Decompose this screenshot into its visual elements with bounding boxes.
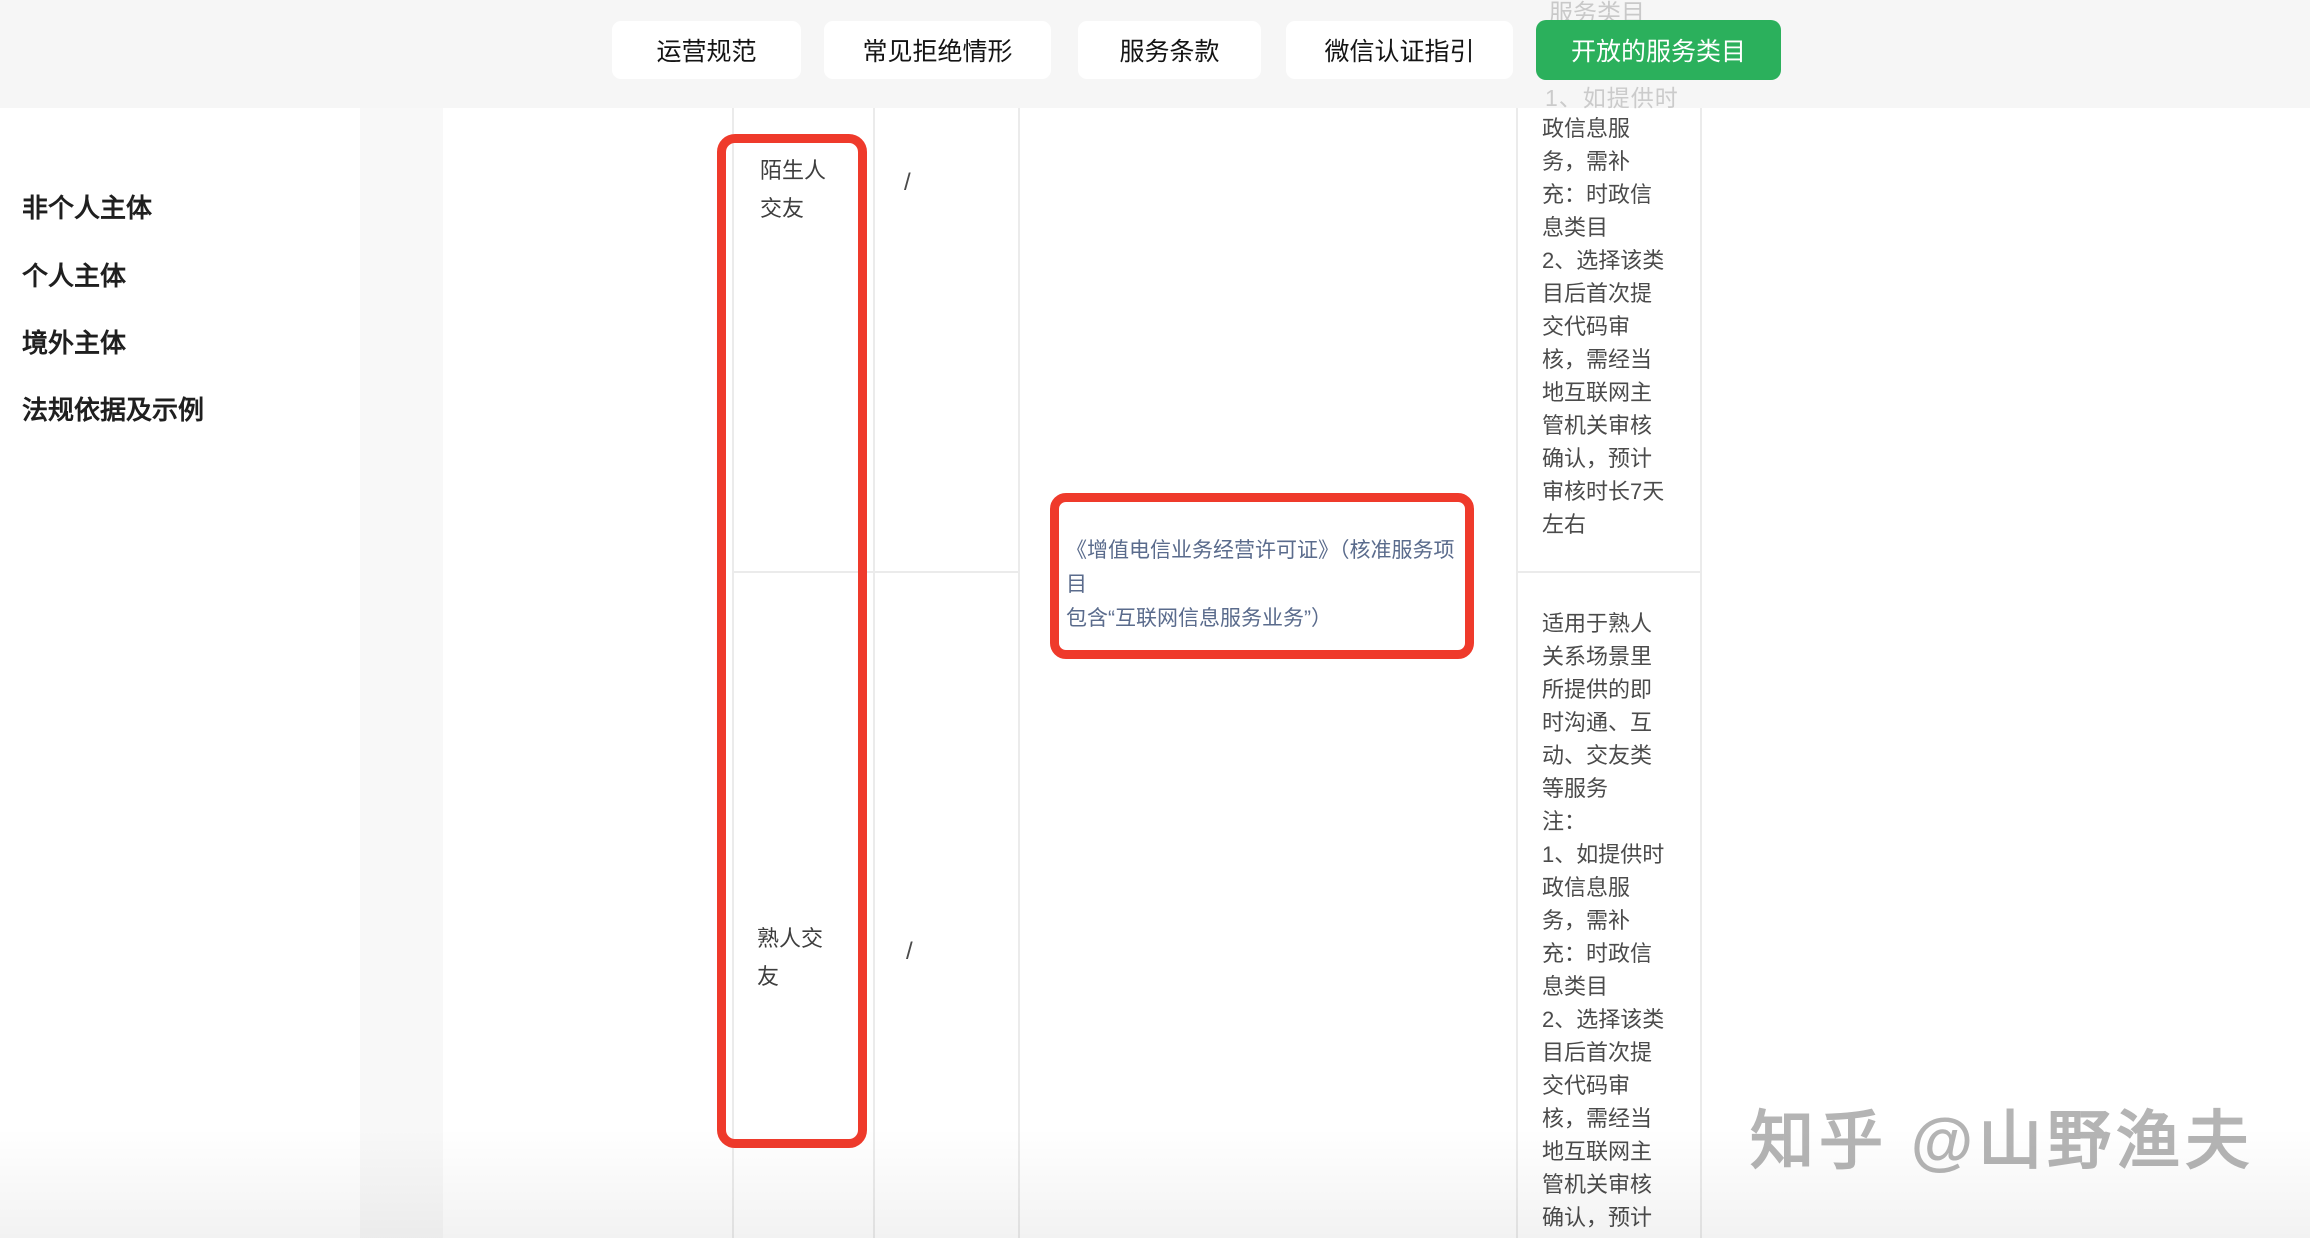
table-border-vertical [1018, 108, 1020, 1238]
watermark: 知乎 @山野渔夫 [1750, 1090, 2254, 1182]
cell-info-row2: 适用于熟人 关系场景里 所提供的即 时沟通、互 动、交友类 等服务 注： 1、如… [1542, 607, 1712, 1234]
cell-slash-row2: / [906, 938, 913, 966]
sidebar-item-overseas-subject[interactable]: 境外主体 [22, 323, 126, 360]
table-row-divider [1516, 571, 1702, 573]
sidebar-item-non-personal-subject[interactable]: 非个人主体 [22, 188, 152, 225]
sidebar-item-personal-subject[interactable]: 个人主体 [22, 256, 126, 293]
nav-button-operation-rules[interactable]: 运营规范 [612, 21, 801, 79]
nav-button-open-service-categories-active[interactable]: 开放的服务类目 [1536, 20, 1781, 80]
divider-band [360, 108, 443, 1238]
cell-slash-row1: / [904, 169, 911, 197]
sidebar-item-legal-basis-examples[interactable]: 法规依据及示例 [22, 390, 204, 427]
top-nav: 服务类目 1、如提供时 运营规范 常见拒绝情形 服务条款 微信认证指引 开放的服… [0, 0, 2310, 108]
nav-button-wechat-verification-guide[interactable]: 微信认证指引 [1286, 21, 1513, 79]
cell-info-row1: 政信息服 务，需补 充：时政信 息类目 2、选择该类 目后首次提 交代码审 核，… [1542, 112, 1712, 541]
nav-button-common-rejections[interactable]: 常见拒绝情形 [824, 21, 1051, 79]
annotation-box-category-column [717, 134, 867, 1148]
table-border-vertical [1516, 108, 1518, 1238]
nav-button-terms-of-service[interactable]: 服务条款 [1078, 21, 1261, 79]
occluded-ghost-text-bottom: 1、如提供时 [1545, 79, 1679, 113]
annotation-box-license [1050, 493, 1474, 659]
table-border-vertical [873, 108, 875, 1238]
